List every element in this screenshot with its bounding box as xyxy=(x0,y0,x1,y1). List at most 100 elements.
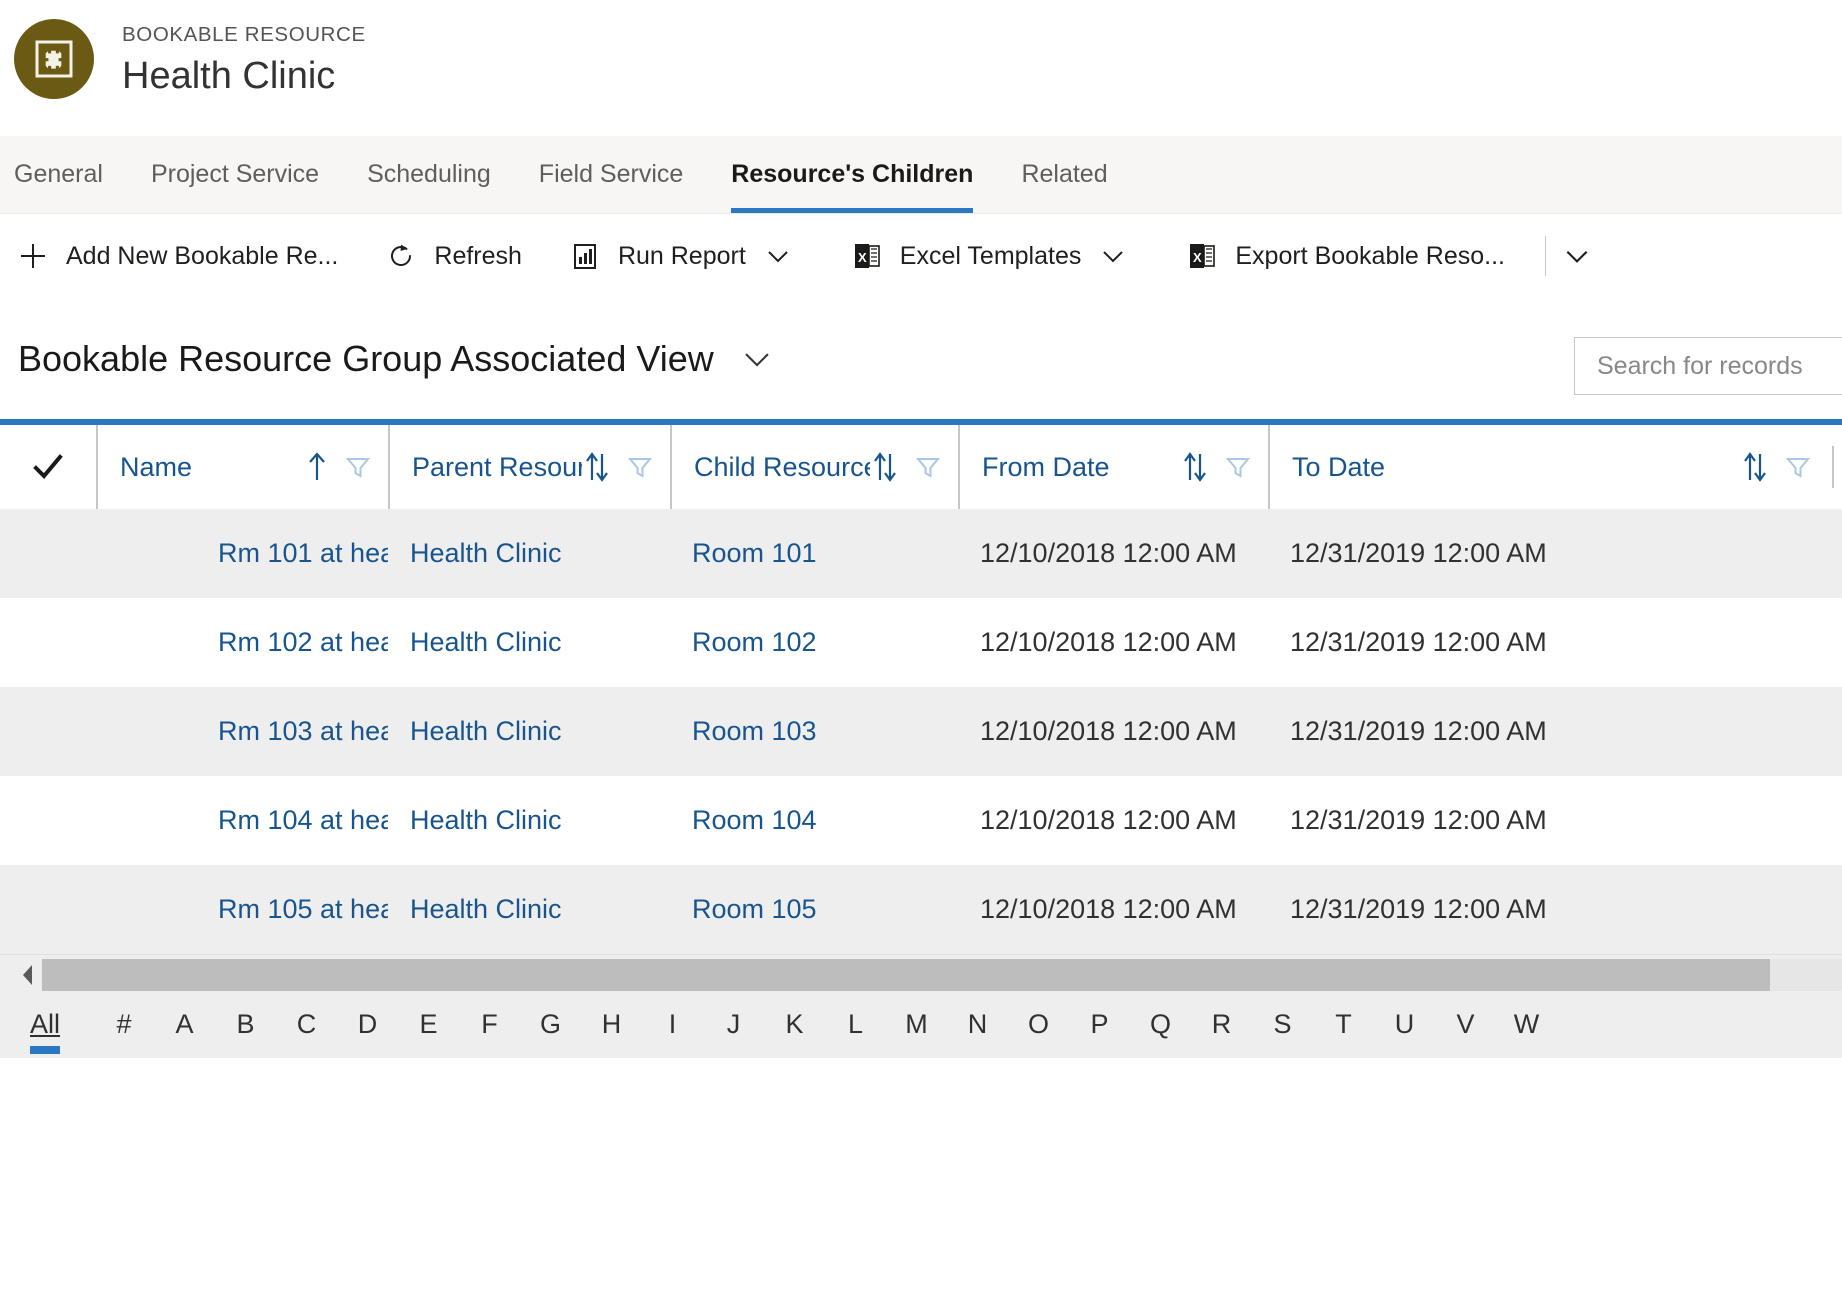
cell-name[interactable]: Rm 104 at health clinic xyxy=(96,776,388,865)
alpha-filter-v[interactable]: V xyxy=(1435,1009,1496,1044)
filter-icon[interactable] xyxy=(626,453,654,481)
alpha-filter-s[interactable]: S xyxy=(1252,1009,1313,1044)
record-link[interactable]: Rm 105 at health clinic xyxy=(218,894,388,925)
filter-icon[interactable] xyxy=(1224,453,1252,481)
chevron-down-icon[interactable] xyxy=(764,242,792,270)
cell-name[interactable]: Rm 101 at health clinic xyxy=(96,509,388,598)
export-bookable-resources-button[interactable]: X Export Bookable Reso... xyxy=(1145,214,1523,298)
alpha-filter-all[interactable]: All xyxy=(30,1009,61,1054)
record-link[interactable]: Room 103 xyxy=(692,716,817,747)
record-link[interactable]: Room 105 xyxy=(692,894,817,925)
cell-parent-resource[interactable]: Health Clinic xyxy=(388,865,670,954)
run-report-button[interactable]: Run Report xyxy=(540,214,810,298)
row-select-cell[interactable] xyxy=(0,598,96,687)
alpha-filter-f[interactable]: F xyxy=(459,1009,520,1044)
record-link[interactable]: Rm 104 at health clinic xyxy=(218,805,388,836)
cell-name[interactable]: Rm 105 at health clinic xyxy=(96,865,388,954)
alpha-filter-w[interactable]: W xyxy=(1496,1009,1557,1044)
filter-icon[interactable] xyxy=(914,453,942,481)
cell-child-resource[interactable]: Room 105 xyxy=(670,865,958,954)
tab-general[interactable]: General xyxy=(14,136,127,213)
chevron-down-icon[interactable] xyxy=(740,342,774,376)
table-row[interactable]: Rm 103 at health clinic Health Clinic Ro… xyxy=(0,687,1842,776)
sort-ascending-icon[interactable] xyxy=(304,450,330,484)
cell-child-resource[interactable]: Room 103 xyxy=(670,687,958,776)
scrollbar-track[interactable] xyxy=(42,958,1842,991)
alpha-filter-o[interactable]: O xyxy=(1008,1009,1069,1044)
alpha-filter-q[interactable]: Q xyxy=(1130,1009,1191,1044)
alpha-filter-c[interactable]: C xyxy=(276,1009,337,1044)
cell-parent-resource[interactable]: Health Clinic xyxy=(388,776,670,865)
record-link[interactable]: Health Clinic xyxy=(410,716,562,747)
excel-templates-button[interactable]: X Excel Templates xyxy=(810,214,1146,298)
record-link[interactable]: Rm 102 at health clinic xyxy=(218,627,388,658)
alpha-filter-l[interactable]: L xyxy=(825,1009,886,1044)
alpha-filter-d[interactable]: D xyxy=(337,1009,398,1044)
cell-child-resource[interactable]: Room 104 xyxy=(670,776,958,865)
column-header-parent-resource[interactable]: Parent Resour... xyxy=(388,425,670,509)
more-commands-button[interactable] xyxy=(1562,214,1610,298)
tab-scheduling[interactable]: Scheduling xyxy=(343,136,515,213)
alpha-filter-e[interactable]: E xyxy=(398,1009,459,1044)
record-link[interactable]: Room 101 xyxy=(692,538,817,569)
record-link[interactable]: Rm 103 at health clinic xyxy=(218,716,388,747)
record-link[interactable]: Rm 101 at health clinic xyxy=(218,538,388,569)
filter-icon[interactable] xyxy=(344,453,372,481)
alpha-filter-b[interactable]: B xyxy=(215,1009,276,1044)
record-link[interactable]: Health Clinic xyxy=(410,627,562,658)
record-link[interactable]: Health Clinic xyxy=(410,894,562,925)
alpha-filter-g[interactable]: G xyxy=(520,1009,581,1044)
cell-parent-resource[interactable]: Health Clinic xyxy=(388,687,670,776)
cell-parent-resource[interactable]: Health Clinic xyxy=(388,598,670,687)
scroll-left-arrow-icon[interactable] xyxy=(14,962,42,988)
column-header-from-date[interactable]: From Date xyxy=(958,425,1268,509)
grid-horizontal-scrollbar[interactable] xyxy=(0,954,1842,994)
refresh-button[interactable]: Refresh xyxy=(356,214,540,298)
row-select-cell[interactable] xyxy=(0,776,96,865)
add-new-bookable-resource-button[interactable]: Add New Bookable Re... xyxy=(14,214,356,298)
alpha-filter-n[interactable]: N xyxy=(947,1009,1008,1044)
sort-icon[interactable] xyxy=(582,450,612,484)
column-header-to-date[interactable]: To Date xyxy=(1268,425,1842,509)
tab-project-service[interactable]: Project Service xyxy=(127,136,343,213)
record-link[interactable]: Health Clinic xyxy=(410,538,562,569)
row-select-cell[interactable] xyxy=(0,509,96,598)
filter-icon[interactable] xyxy=(1784,453,1812,481)
cell-child-resource[interactable]: Room 101 xyxy=(670,509,958,598)
row-select-cell[interactable] xyxy=(0,687,96,776)
search-input[interactable] xyxy=(1597,351,1842,381)
alpha-filter-k[interactable]: K xyxy=(764,1009,825,1044)
alpha-filter-m[interactable]: M xyxy=(886,1009,947,1044)
table-row[interactable]: Rm 105 at health clinic Health Clinic Ro… xyxy=(0,865,1842,954)
alpha-filter-j[interactable]: J xyxy=(703,1009,764,1044)
table-row[interactable]: Rm 104 at health clinic Health Clinic Ro… xyxy=(0,776,1842,865)
row-select-cell[interactable] xyxy=(0,865,96,954)
cell-name[interactable]: Rm 102 at health clinic xyxy=(96,598,388,687)
cell-child-resource[interactable]: Room 102 xyxy=(670,598,958,687)
table-row[interactable]: Rm 102 at health clinic Health Clinic Ro… xyxy=(0,598,1842,687)
cell-parent-resource[interactable]: Health Clinic xyxy=(388,509,670,598)
tab-related[interactable]: Related xyxy=(997,136,1131,213)
alpha-filter-hash[interactable]: # xyxy=(94,1009,154,1044)
alpha-filter-p[interactable]: P xyxy=(1069,1009,1130,1044)
alpha-filter-h[interactable]: H xyxy=(581,1009,642,1044)
alpha-filter-t[interactable]: T xyxy=(1313,1009,1374,1044)
column-header-name[interactable]: Name xyxy=(96,425,388,509)
record-link[interactable]: Health Clinic xyxy=(410,805,562,836)
select-all-checkbox[interactable] xyxy=(0,425,96,509)
tab-field-service[interactable]: Field Service xyxy=(515,136,708,213)
record-link[interactable]: Room 104 xyxy=(692,805,817,836)
cell-name[interactable]: Rm 103 at health clinic xyxy=(96,687,388,776)
record-link[interactable]: Room 102 xyxy=(692,627,817,658)
alpha-filter-i[interactable]: I xyxy=(642,1009,703,1044)
column-header-child-resource[interactable]: Child Resource xyxy=(670,425,958,509)
alpha-filter-u[interactable]: U xyxy=(1374,1009,1435,1044)
sort-icon[interactable] xyxy=(1740,450,1770,484)
alpha-filter-a[interactable]: A xyxy=(154,1009,215,1044)
alpha-filter-r[interactable]: R xyxy=(1191,1009,1252,1044)
chevron-down-icon[interactable] xyxy=(1099,242,1127,270)
tab-resources-children[interactable]: Resource's Children xyxy=(707,136,997,213)
table-row[interactable]: Rm 101 at health clinic Health Clinic Ro… xyxy=(0,509,1842,598)
scrollbar-thumb[interactable] xyxy=(42,958,1770,991)
view-title[interactable]: Bookable Resource Group Associated View xyxy=(18,338,714,380)
